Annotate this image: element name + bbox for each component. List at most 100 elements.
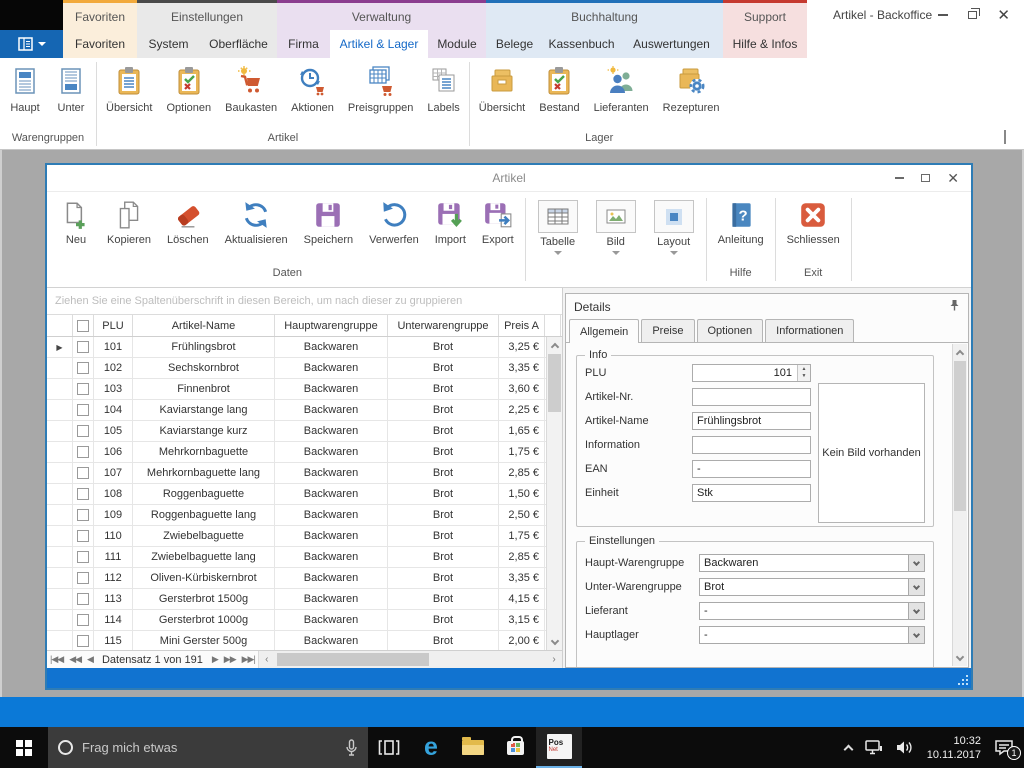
first-record-button[interactable]: |◀◀ (47, 654, 66, 665)
aktualisieren-button[interactable]: Aktualisieren (217, 200, 296, 246)
row-checkbox[interactable] (73, 379, 94, 399)
table-row[interactable]: 110 Zwiebelbaguette Backwaren Brot 1,75 … (47, 526, 562, 547)
row-checkbox[interactable] (73, 505, 94, 525)
ribbon-collapse-button[interactable] (1004, 132, 1012, 140)
tab-artikel-lager[interactable]: Artikel & Lager (330, 30, 428, 58)
row-checkbox[interactable] (73, 526, 94, 546)
task-view-button[interactable] (368, 727, 410, 768)
window-maximize-button[interactable] (921, 174, 930, 182)
select-all-checkbox[interactable] (73, 315, 94, 336)
column-header-artikel-name[interactable]: Artikel-Name (133, 315, 275, 336)
network-icon[interactable] (865, 740, 883, 755)
grid-horizontal-scrollbar[interactable]: ‹ › (258, 651, 562, 668)
pin-icon[interactable] (949, 299, 960, 314)
app-restore-button[interactable] (968, 11, 977, 19)
last-record-button[interactable]: ▶▶| (239, 654, 258, 665)
cortana-search-box[interactable]: Frag mich etwas (48, 727, 368, 768)
tab-firma[interactable]: Firma (277, 30, 330, 58)
table-row[interactable]: 104 Kaviarstange lang Backwaren Brot 2,2… (47, 400, 562, 421)
preisgruppen-button[interactable]: Preisgruppen (341, 63, 420, 116)
haupt-warengruppe-select[interactable]: Backwaren (699, 554, 925, 572)
details-vertical-scrollbar[interactable] (952, 344, 967, 666)
hauptlager-select[interactable]: - (699, 626, 925, 644)
unter-button[interactable]: Unter (48, 63, 94, 116)
next-record-button[interactable]: ▶ (209, 654, 221, 665)
layout-dropdown-button[interactable]: Layout (645, 200, 703, 255)
table-row[interactable]: 109 Roggenbaguette lang Backwaren Brot 2… (47, 505, 562, 526)
tab-optionen[interactable]: Optionen (697, 319, 764, 342)
ribbon-group-favoriten[interactable]: Favoriten (63, 0, 137, 30)
lieferanten-button[interactable]: Lieferanten (587, 63, 656, 116)
unter-warengruppe-select[interactable]: Brot (699, 578, 925, 596)
information-field[interactable] (692, 436, 811, 454)
file-explorer-button[interactable] (452, 727, 494, 768)
loeschen-button[interactable]: Löschen (159, 200, 217, 246)
scroll-down-button[interactable] (547, 634, 562, 650)
backoffice-app-button[interactable]: PosNet (536, 727, 582, 768)
plu-field[interactable] (692, 364, 811, 382)
column-header-hauptwarengruppe[interactable]: Hauptwarengruppe (275, 315, 388, 336)
labels-button[interactable]: Labels (420, 63, 466, 116)
tab-system[interactable]: System (137, 30, 200, 58)
table-row[interactable]: 108 Roggenbaguette Backwaren Brot 1,50 € (47, 484, 562, 505)
table-row[interactable]: 105 Kaviarstange kurz Backwaren Brot 1,6… (47, 421, 562, 442)
bestand-button[interactable]: Bestand (532, 63, 586, 116)
app-minimize-button[interactable] (938, 14, 948, 16)
row-checkbox[interactable] (73, 631, 94, 650)
scrollbar-thumb[interactable] (548, 354, 561, 412)
table-row[interactable]: 111 Zwiebelbaguette lang Backwaren Brot … (47, 547, 562, 568)
scrollbar-thumb[interactable] (277, 653, 429, 666)
chevron-down-icon[interactable] (908, 627, 924, 643)
chevron-down-icon[interactable] (908, 555, 924, 571)
scroll-left-button[interactable]: ‹ (259, 654, 275, 665)
edge-browser-button[interactable]: e (410, 727, 452, 768)
table-row[interactable]: 106 Mehrkornbaguette Backwaren Brot 1,75… (47, 442, 562, 463)
haupt-button[interactable]: Haupt (2, 63, 48, 116)
lieferant-select[interactable]: - (699, 602, 925, 620)
row-checkbox[interactable] (73, 589, 94, 609)
speichern-button[interactable]: Speichern (296, 200, 362, 246)
volume-icon[interactable] (896, 740, 914, 755)
artikel-nr-field[interactable] (692, 388, 811, 406)
microphone-icon[interactable] (345, 739, 358, 756)
row-checkbox[interactable] (73, 610, 94, 630)
app-close-button[interactable]: ✕ (997, 8, 1010, 23)
export-button[interactable]: Export (474, 200, 522, 246)
ean-field[interactable] (692, 460, 811, 478)
row-checkbox[interactable] (73, 337, 94, 357)
verwerfen-button[interactable]: Verwerfen (361, 200, 427, 246)
ribbon-launcher-button[interactable] (0, 30, 63, 58)
column-header-unterwarengruppe[interactable]: Unterwarengruppe (388, 315, 499, 336)
window-close-button[interactable]: ✕ (947, 171, 959, 185)
rezepturen-button[interactable]: Rezepturen (656, 63, 727, 116)
fast-forward-button[interactable]: ▶▶ (221, 654, 239, 665)
artikel-optionen-button[interactable]: Optionen (159, 63, 218, 116)
table-row[interactable]: 115 Mini Gerster 500g Backwaren Brot 2,0… (47, 631, 562, 650)
tab-kassenbuch[interactable]: Kassenbuch (543, 30, 620, 58)
window-titlebar[interactable]: Artikel ✕ (47, 165, 971, 191)
tabelle-dropdown-button[interactable]: Tabelle (529, 200, 587, 255)
start-button[interactable] (0, 727, 48, 768)
bild-dropdown-button[interactable]: Bild (587, 200, 645, 255)
tab-informationen[interactable]: Informationen (765, 319, 854, 342)
anleitung-button[interactable]: ? Anleitung (710, 200, 772, 246)
artikel-name-field[interactable] (692, 412, 811, 430)
table-row[interactable]: 114 Gersterbrot 1000g Backwaren Brot 3,1… (47, 610, 562, 631)
row-checkbox[interactable] (73, 547, 94, 567)
table-row[interactable]: ▶ 101 Frühlingsbrot Backwaren Brot 3,25 … (47, 337, 562, 358)
row-checkbox[interactable] (73, 484, 94, 504)
table-row[interactable]: 112 Oliven-Kürbiskernbrot Backwaren Brot… (47, 568, 562, 589)
neu-button[interactable]: Neu (53, 200, 99, 246)
lager-uebersicht-button[interactable]: Übersicht (472, 63, 532, 116)
scrollbar-thumb[interactable] (954, 361, 966, 511)
window-minimize-button[interactable] (895, 177, 904, 179)
chevron-down-icon[interactable] (908, 579, 924, 595)
row-checkbox[interactable] (73, 463, 94, 483)
ribbon-group-support[interactable]: Support (723, 0, 807, 30)
tab-module[interactable]: Module (428, 30, 486, 58)
scroll-up-button[interactable] (953, 344, 967, 360)
tab-preise[interactable]: Preise (641, 319, 694, 342)
artikel-uebersicht-button[interactable]: Übersicht (99, 63, 159, 116)
scroll-right-button[interactable]: › (546, 654, 562, 665)
prev-record-button[interactable]: ◀ (84, 654, 96, 665)
